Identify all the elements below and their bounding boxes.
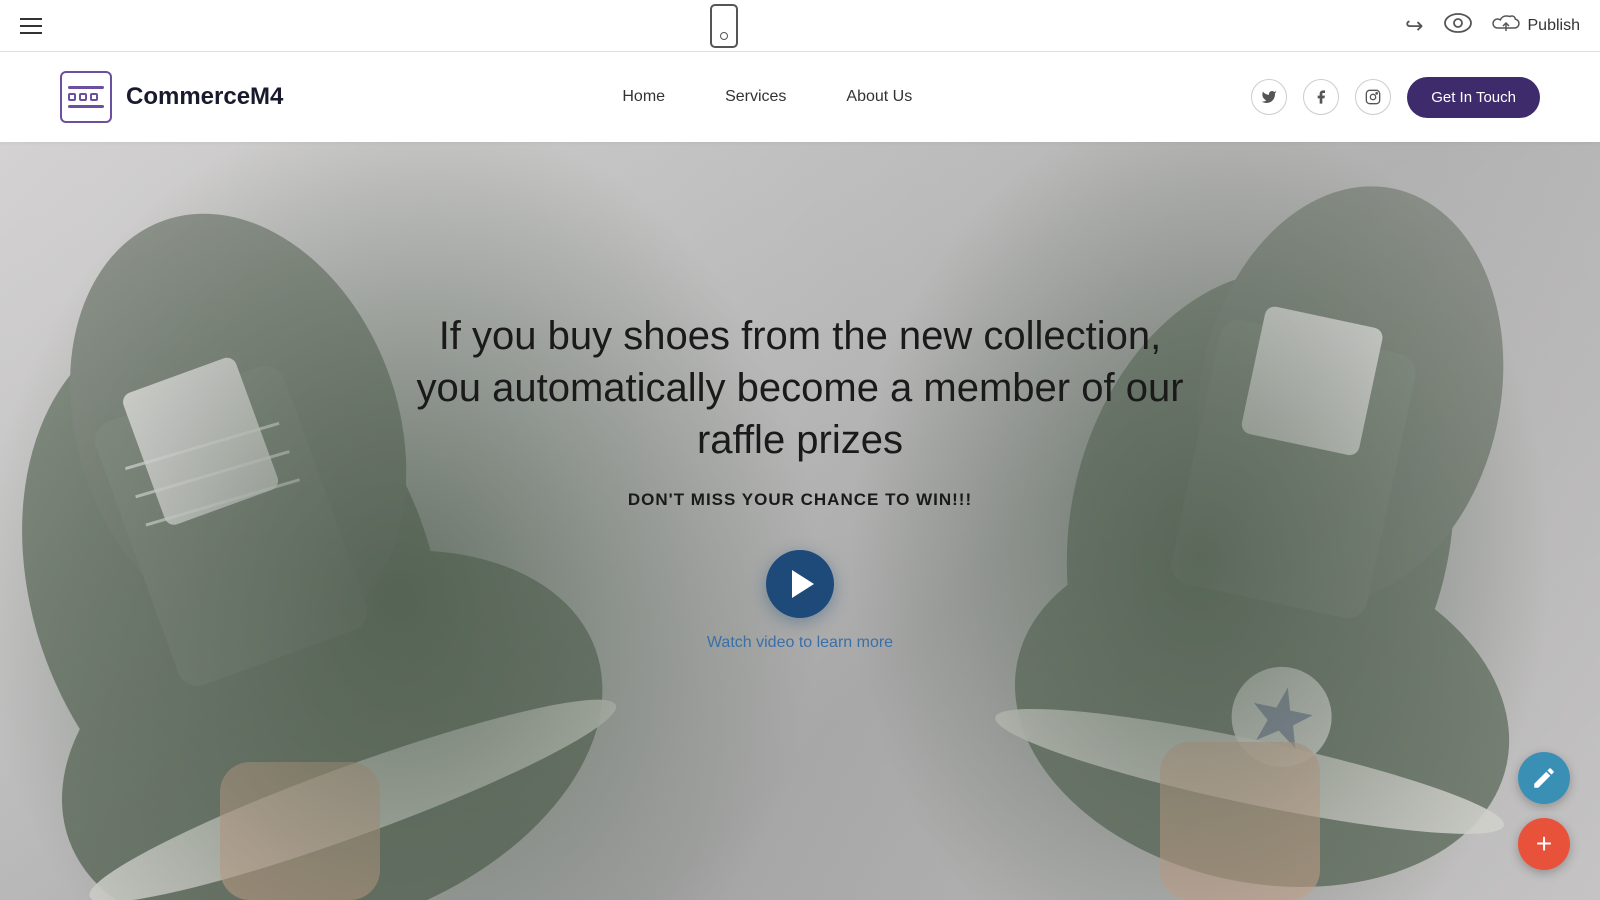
edit-icon <box>1531 765 1557 791</box>
undo-icon[interactable]: ↩ <box>1405 13 1423 39</box>
fab-container: + <box>1518 752 1570 870</box>
website-area: CommerceM4 Home Services About Us <box>0 52 1600 900</box>
fab-edit-button[interactable] <box>1518 752 1570 804</box>
site-logo: CommerceM4 <box>60 71 283 123</box>
nav-services[interactable]: Services <box>725 88 786 106</box>
toolbar-left <box>20 18 42 34</box>
hamburger-menu-icon[interactable] <box>20 18 42 34</box>
site-nav: CommerceM4 Home Services About Us <box>0 52 1600 142</box>
instagram-icon[interactable] <box>1355 79 1391 115</box>
twitter-icon[interactable] <box>1251 79 1287 115</box>
hero-subheadline: DON'T MISS YOUR CHANCE TO WIN!!! <box>628 490 972 510</box>
logo-text: CommerceM4 <box>126 83 283 111</box>
publish-button[interactable]: Publish <box>1492 12 1580 39</box>
facebook-icon[interactable] <box>1303 79 1339 115</box>
cloud-upload-icon <box>1492 12 1520 39</box>
hero-section: If you buy shoes from the new collection… <box>0 142 1600 900</box>
hero-headline: If you buy shoes from the new collection… <box>410 310 1190 466</box>
preview-eye-icon[interactable] <box>1444 13 1472 39</box>
plus-icon: + <box>1536 828 1552 860</box>
nav-right: Get In Touch <box>1251 77 1540 118</box>
play-button[interactable] <box>766 550 834 618</box>
nav-about[interactable]: About Us <box>846 88 912 106</box>
play-triangle-icon <box>792 570 814 598</box>
hero-content: If you buy shoes from the new collection… <box>0 142 1600 860</box>
publish-label: Publish <box>1528 17 1580 35</box>
mobile-preview-icon[interactable] <box>710 4 738 48</box>
get-in-touch-button[interactable]: Get In Touch <box>1407 77 1540 118</box>
video-play-container: Watch video to learn more <box>707 550 893 652</box>
top-toolbar: ↩ Publish <box>0 0 1600 52</box>
nav-home[interactable]: Home <box>622 88 665 106</box>
watch-video-link[interactable]: Watch video to learn more <box>707 634 893 652</box>
toolbar-right: ↩ Publish <box>1405 12 1580 39</box>
nav-links: Home Services About Us <box>622 88 912 106</box>
logo-icon <box>60 71 112 123</box>
toolbar-center <box>710 4 738 48</box>
fab-add-button[interactable]: + <box>1518 818 1570 870</box>
